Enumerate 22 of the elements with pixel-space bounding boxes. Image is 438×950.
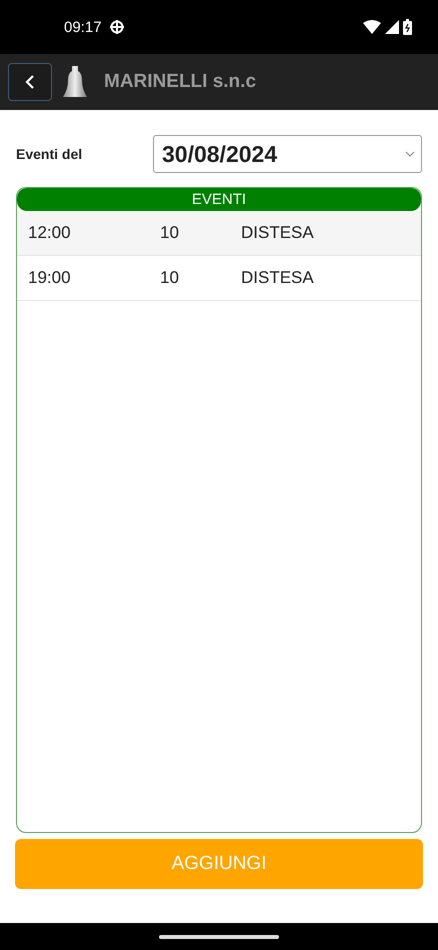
battery-icon: [403, 19, 412, 35]
signal-icon: [385, 20, 399, 34]
back-icon: [24, 74, 36, 90]
event-type: DISTESA: [241, 268, 314, 288]
event-time: 19:00: [28, 268, 72, 288]
event-row[interactable]: 19:00 10 DISTESA: [17, 256, 421, 301]
event-row[interactable]: 12:00 10 DISTESA: [17, 211, 421, 256]
date-label: Eventi del: [16, 146, 84, 162]
event-count: 10: [160, 223, 180, 243]
wifi-icon: [363, 20, 381, 34]
gear-icon: [108, 19, 125, 35]
event-time: 12:00: [28, 223, 72, 243]
app-title: MARINELLI s.n.c: [104, 71, 256, 93]
event-count: 10: [160, 268, 180, 288]
home-indicator[interactable]: [159, 934, 279, 938]
status-time: 09:17: [64, 18, 102, 36]
bell-icon: [62, 64, 88, 100]
events-header: EVENTI: [17, 188, 421, 211]
caret-icon: [405, 151, 415, 157]
event-type: DISTESA: [241, 223, 314, 243]
back-button[interactable]: [8, 63, 52, 101]
date-dropdown[interactable]: 30/08/2024: [153, 135, 422, 173]
